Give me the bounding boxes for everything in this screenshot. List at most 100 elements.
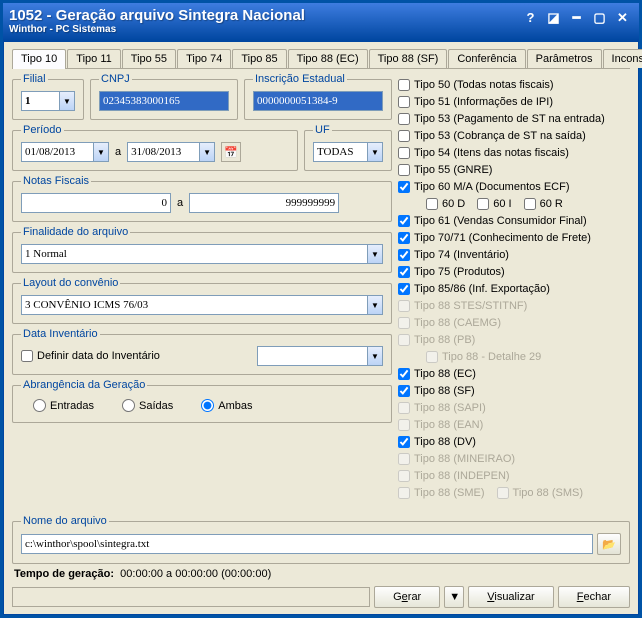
tipo-check[interactable]: Tipo 88 (DV) [398,434,630,450]
titlebar: 1052 - Geração arquivo Sintegra Nacional… [3,3,639,41]
check-box[interactable] [398,436,410,448]
tipo88-rowcheck: Tipo 88 (SMS) [497,485,584,501]
check-box[interactable] [398,232,410,244]
minimize-icon[interactable]: ━ [566,7,587,28]
periodo-from[interactable] [21,142,93,162]
restore-icon[interactable]: ◪ [543,7,564,28]
radio-ambas[interactable] [201,399,214,412]
nf-to[interactable] [189,193,339,213]
check-box[interactable] [398,130,410,142]
check-box[interactable] [398,215,410,227]
tipo-check[interactable]: Tipo 70/71 (Conhecimento de Frete) [398,230,630,246]
tipo60-subcheck[interactable]: 60 I [477,196,511,212]
check-label: Tipo 88 (PB) [414,334,475,346]
tipo-check[interactable]: Tipo 54 (Itens das notas fiscais) [398,145,630,161]
tab-tipo10[interactable]: Tipo 10 [12,49,66,69]
check-label: Tipo 88 (EC) [414,368,476,380]
tipo-check[interactable]: Tipo 75 (Produtos) [398,264,630,280]
check-box[interactable] [398,283,410,295]
radio-entradas[interactable] [33,399,46,412]
cnpj-legend: CNPJ [99,73,132,85]
check-label: Tipo 88 STES/STITNF) [414,300,527,312]
nf-legend: Notas Fiscais [21,175,91,187]
check-box[interactable] [398,96,410,108]
check-box[interactable] [398,385,410,397]
tipo-check[interactable]: Tipo 53 (Pagamento de ST na entrada) [398,111,630,127]
nf-from[interactable] [21,193,171,213]
cnpj-input[interactable] [99,91,229,111]
tab-strip: Tipo 10 Tipo 11 Tipo 55 Tipo 74 Tipo 85 … [12,48,630,69]
check-box[interactable] [398,79,410,91]
tipo-check[interactable]: Tipo 61 (Vendas Consumidor Final) [398,213,630,229]
check-box [398,317,410,329]
tipo-check[interactable]: Tipo 51 (Informações de IPI) [398,94,630,110]
filial-dropdown[interactable]: ▼ [59,91,75,111]
datainv-dd[interactable]: ▼ [367,346,383,366]
periodo-from-dd[interactable]: ▼ [93,142,109,162]
uf-dd[interactable]: ▼ [367,142,383,162]
tab-conferencia[interactable]: Conferência [448,49,525,68]
check-box[interactable] [398,113,410,125]
tipo-check[interactable]: Tipo 85/86 (Inf. Exportação) [398,281,630,297]
visualizar-button[interactable]: Visualizar [468,586,554,608]
radio-saidas[interactable] [122,399,135,412]
window-title: 1052 - Geração arquivo Sintegra Nacional [9,7,305,24]
tipo-check[interactable]: Tipo 60 M/A (Documentos ECF) [398,179,630,195]
filial-input[interactable] [21,91,59,111]
file-input[interactable] [21,534,593,554]
tipo-check[interactable]: Tipo 88 (SF) [398,383,630,399]
tab-tipo55[interactable]: Tipo 55 [122,49,176,68]
calendar-icon[interactable]: 📅 [221,142,241,162]
check-label: Tipo 53 (Cobrança de ST na saída) [414,130,586,142]
datainv-check[interactable] [21,350,33,362]
tab-tipo85[interactable]: Tipo 85 [232,49,286,68]
check-box[interactable] [398,147,410,159]
finalidade-legend: Finalidade do arquivo [21,226,130,238]
check-box[interactable] [398,266,410,278]
tipo-check[interactable]: Tipo 50 (Todas notas fiscais) [398,77,630,93]
maximize-icon[interactable]: ▢ [589,7,610,28]
finalidade-dd[interactable]: ▼ [367,244,383,264]
uf-input[interactable] [313,142,367,162]
tipo-check[interactable]: Tipo 53 (Cobrança de ST na saída) [398,128,630,144]
tab-parametros[interactable]: Parâmetros [527,49,602,68]
ie-legend: Inscrição Estadual [253,73,347,85]
layout-dd[interactable]: ▼ [367,295,383,315]
tipo-check[interactable]: Tipo 55 (GNRE) [398,162,630,178]
check-label: Tipo 50 (Todas notas fiscais) [414,79,554,91]
check-box[interactable] [398,164,410,176]
finalidade-input[interactable] [21,244,367,264]
periodo-to-dd[interactable]: ▼ [199,142,215,162]
check-box[interactable] [398,181,410,193]
check-box[interactable] [398,368,410,380]
file-legend: Nome do arquivo [21,515,109,527]
layout-input[interactable] [21,295,367,315]
periodo-to[interactable] [127,142,199,162]
tipo-checklist: Tipo 50 (Todas notas fiscais) Tipo 51 (In… [398,77,630,501]
tipo-check[interactable]: Tipo 74 (Inventário) [398,247,630,263]
tab-inconsist[interactable]: Incons [603,49,642,68]
fechar-button[interactable]: Fechar [558,586,630,608]
ie-input[interactable] [253,91,383,111]
datainv-check-label: Definir data do Inventário [37,350,160,362]
check-label: Tipo 88 (SF) [414,385,475,397]
help-icon[interactable]: ? [520,7,541,28]
tab-tipo88ec[interactable]: Tipo 88 (EC) [288,49,368,68]
check-label: Tipo 70/71 (Conhecimento de Frete) [414,232,591,244]
folder-icon[interactable]: 📂 [597,533,621,555]
tipo60-subcheck[interactable]: 60 D [426,196,465,212]
tipo60-subcheck[interactable]: 60 R [524,196,563,212]
tab-tipo88sf[interactable]: Tipo 88 (SF) [369,49,448,68]
check-label: Tipo 88 (MINEIRAO) [414,453,515,465]
tipo-check[interactable]: Tipo 88 (EC) [398,366,630,382]
check-label: Tipo 74 (Inventário) [414,249,509,261]
close-icon[interactable]: ✕ [612,7,633,28]
tab-tipo11[interactable]: Tipo 11 [67,49,120,68]
check-label: Tipo 88 (SAPI) [414,402,486,414]
tipo-check: Tipo 88 (INDEPEN) [398,468,630,484]
check-box[interactable] [398,249,410,261]
tab-tipo74[interactable]: Tipo 74 [177,49,231,68]
tipo-check: Tipo 88 (EAN) [398,417,630,433]
gerar-button[interactable]: Gerar [374,586,440,608]
gerar-dropdown[interactable]: ▼ [444,586,464,608]
